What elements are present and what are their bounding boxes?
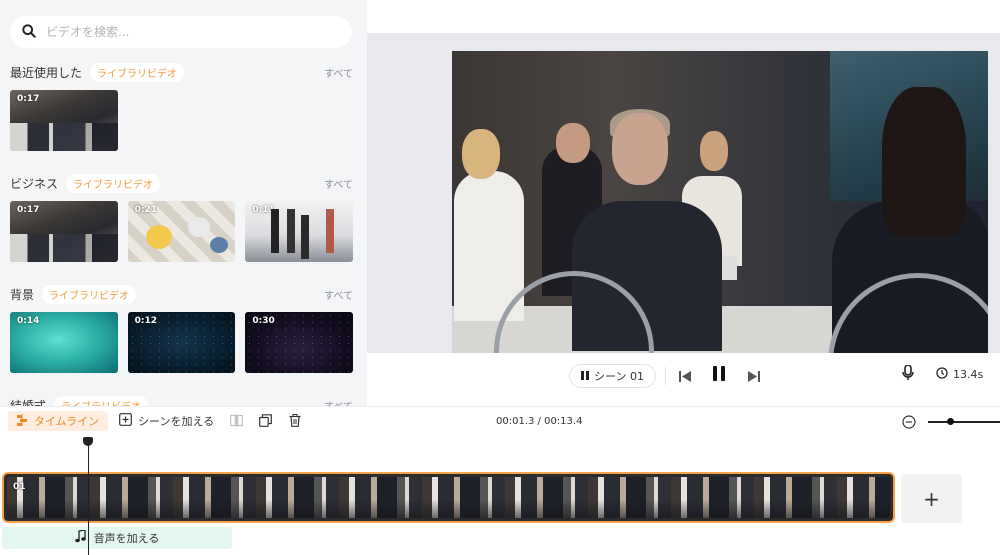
add-audio-label: 音声を加える (93, 532, 160, 545)
search-icon (22, 23, 36, 42)
scene-label: シーン 01 (594, 370, 644, 383)
divider (665, 367, 666, 385)
add-clip-button[interactable]: + (901, 474, 962, 523)
timeline-ruler[interactable] (0, 438, 1000, 468)
section-title: 最近使用した (10, 65, 83, 80)
duplicate-icon (258, 412, 272, 431)
total-duration: 13.4s (936, 367, 983, 382)
library-badge: ライブラリビデオ (54, 395, 149, 406)
skip-back-button[interactable] (678, 369, 692, 383)
duration-label: 0:17 (17, 94, 40, 104)
search-bar[interactable] (10, 16, 352, 48)
duration-label: 0:17 (17, 205, 40, 215)
video-editor: 最近使用した ライブラリビデオ すべて 0:17 ビジネス ライブラリビデオ す… (0, 0, 1000, 555)
split-icon (229, 412, 243, 431)
split-button[interactable] (229, 412, 243, 431)
section-title: 結婚式 (10, 398, 47, 407)
duration-label: 0:21 (134, 205, 158, 215)
section-wedding: 結婚式 ライブラリビデオ すべて (10, 395, 353, 407)
add-scene-label: シーンを加える (138, 415, 215, 428)
skip-forward-icon (748, 367, 760, 386)
video-thumbnail[interactable]: 0:17 (10, 201, 118, 262)
video-thumbnail[interactable]: 0:21 (127, 201, 236, 262)
pause-icon (713, 365, 725, 385)
duration-label: 0:14 (17, 316, 40, 326)
clip-number: 01 (13, 482, 26, 492)
library-badge: ライブラリビデオ (66, 173, 161, 193)
timeline-icon (16, 413, 28, 429)
video-thumbnail[interactable]: 0:12 (127, 312, 236, 373)
duration-label: 0:30 (252, 316, 275, 326)
library-panel: 最近使用した ライブラリビデオ すべて 0:17 ビジネス ライブラリビデオ す… (0, 0, 367, 406)
zoom-slider-knob[interactable] (947, 418, 954, 425)
search-input[interactable] (46, 25, 326, 39)
pause-button[interactable] (710, 365, 728, 385)
add-box-icon (119, 413, 132, 429)
section-recent: 最近使用した ライブラリビデオ すべて 0:17 (10, 62, 353, 151)
see-all-link[interactable]: すべて (324, 287, 353, 302)
timeline-button[interactable]: タイムライン (8, 411, 108, 431)
add-audio-button[interactable]: 音声を加える (2, 527, 232, 549)
skip-back-icon (679, 367, 691, 386)
zoom-out-button[interactable] (902, 414, 916, 429)
video-thumbnail[interactable]: 0:30 (245, 312, 354, 373)
see-all-link[interactable]: すべて (324, 65, 353, 80)
clock-icon (936, 367, 948, 382)
section-background: 背景 ライブラリビデオ すべて 0:14 0:12 0:30 (10, 284, 354, 373)
skip-forward-button[interactable] (747, 369, 761, 383)
clip-filmstrip (7, 477, 890, 518)
zoom-slider[interactable] (928, 421, 1000, 423)
video-preview[interactable] (452, 51, 988, 353)
plus-icon: + (923, 486, 940, 511)
library-badge: ライブラリビデオ (42, 284, 137, 304)
microphone-button[interactable] (900, 364, 916, 385)
delete-button[interactable] (288, 412, 302, 431)
section-title: ビジネス (10, 176, 59, 191)
add-scene-button[interactable]: シーンを加える (119, 413, 214, 429)
section-title: 背景 (10, 287, 35, 302)
video-thumbnail[interactable]: 0:14 (10, 312, 118, 373)
duplicate-button[interactable] (258, 412, 272, 431)
trash-icon (289, 412, 301, 431)
timeline-clip[interactable]: 01 (2, 472, 895, 523)
video-thumbnail[interactable]: 0:11 (245, 201, 354, 262)
timeline-label: タイムライン (33, 415, 100, 428)
see-all-link[interactable]: すべて (324, 176, 353, 191)
pause-icon (581, 370, 590, 383)
duration-text: 13.4s (953, 368, 984, 381)
music-note-icon (74, 529, 86, 546)
zoom-out-icon (902, 414, 916, 433)
scene-selector[interactable]: シーン 01 (569, 364, 656, 388)
duration-label: 0:11 (252, 205, 275, 215)
library-badge: ライブラリビデオ (90, 62, 185, 82)
microphone-icon (902, 364, 914, 385)
section-business: ビジネス ライブラリビデオ すべて 0:17 0:21 0:11 (10, 173, 354, 262)
see-all-link[interactable]: すべて (324, 398, 353, 407)
video-thumbnail[interactable]: 0:17 (10, 90, 118, 151)
duration-label: 0:12 (134, 316, 158, 326)
timecode: 00:01.3 / 00:13.4 (496, 416, 583, 427)
